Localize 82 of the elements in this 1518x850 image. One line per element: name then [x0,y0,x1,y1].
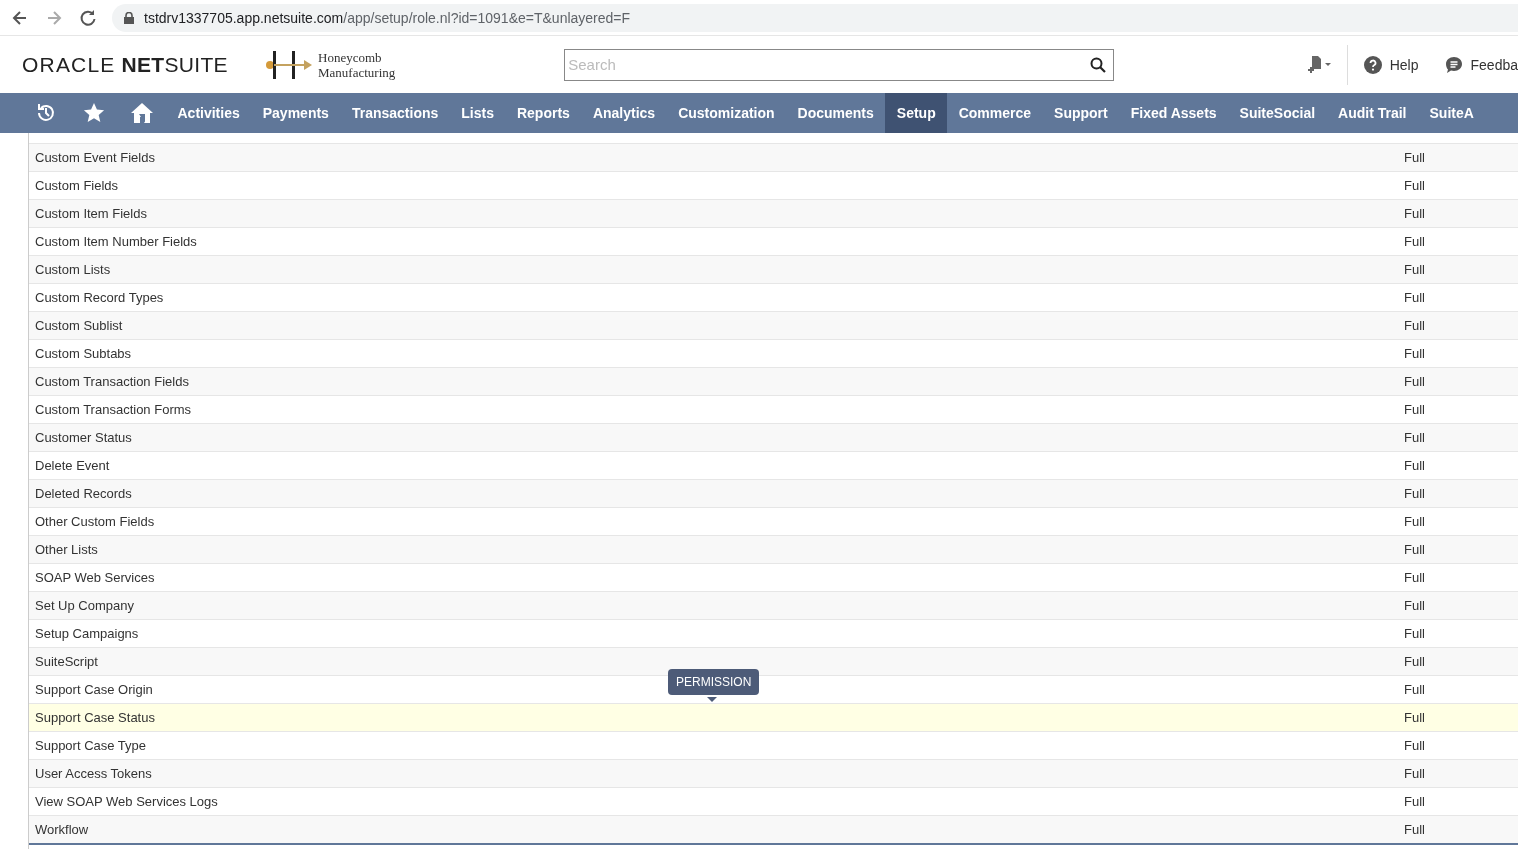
lock-icon [124,11,134,24]
permission-level: Full [1403,710,1425,725]
nav-tab[interactable]: Customization [666,93,787,133]
nav-tab[interactable]: Commerce [947,93,1043,133]
nav-tab[interactable]: Support [1042,93,1120,133]
nav-tab[interactable]: Fixed Assets [1119,93,1229,133]
permission-level: Full [1403,794,1425,809]
help-link[interactable]: Help [1363,55,1419,74]
permission-name: Delete Event [34,458,111,473]
permission-name: SuiteScript [34,654,99,669]
address-bar[interactable]: tstdrv1337705.app.netsuite.com/app/setup/role.nl?id=1091&e=T&unlayered=F [112,3,1518,32]
permission-level: Full [1403,262,1425,277]
permission-name: Support Case Origin [34,682,154,697]
permission-level: Full [1403,150,1425,165]
search-icon[interactable] [1090,56,1107,73]
permission-level: Full [1403,514,1425,529]
permission-level: Full [1403,430,1425,445]
nav-tab[interactable]: Setup [885,93,948,133]
permission-level: Full [1403,766,1425,781]
permission-name: Custom Fields [34,178,120,193]
permission-name: Custom Record Types [34,290,165,305]
permission-name: Setup Campaigns [34,626,140,641]
chat-icon [1444,55,1463,74]
nav-tab[interactable]: Activities [166,93,252,133]
url-text: tstdrv1337705.app.netsuite.com/app/setup/role.nl?id=1091&e=T&unlayered=F [144,9,631,26]
nav-tab[interactable]: Payments [251,93,341,133]
permission-name: Custom Item Number Fields [34,234,198,249]
permission-level: Full [1403,626,1425,641]
nav-tab[interactable]: Audit Trail [1326,93,1418,133]
star-icon[interactable] [83,102,105,124]
permission-level: Full [1403,206,1425,221]
permission-name: Deleted Records [34,486,133,501]
permission-name: Custom Event Fields [34,150,156,165]
permission-name: Custom Subtabs [34,346,133,361]
company-name: Honeycomb Manufacturing [318,49,396,80]
permission-level: Full [1403,374,1425,389]
permission-name: User Access Tokens [34,766,153,781]
permission-name: Other Lists [34,542,99,557]
permission-name: Custom Transaction Fields [34,374,190,389]
permission-name: Custom Lists [34,262,112,277]
permission-level: Full [1403,458,1425,473]
nav-tab[interactable]: Transactions [340,93,450,133]
permission-level: Full [1403,318,1425,333]
netsuite-logo[interactable]: ORACLE NETSUITE [22,52,254,77]
tooltip: PERMISSION [668,669,760,695]
nav-tab[interactable]: Reports [505,93,582,133]
permission-level: Full [1403,822,1425,837]
permission-name: Custom Transaction Forms [34,402,193,417]
permission-level: Full [1403,290,1425,305]
feedback-link[interactable]: Feedba [1444,55,1518,74]
recent-history-icon[interactable] [35,102,57,124]
permission-level: Full [1403,570,1425,585]
permission-level: Full [1403,598,1425,613]
nav-tab[interactable]: Analytics [581,93,667,133]
home-icon[interactable] [130,102,154,124]
search-field[interactable]: Search [564,48,1115,81]
permission-level: Full [1403,402,1425,417]
permission-level: Full [1403,738,1425,753]
permission-level: Full [1403,654,1425,669]
add-document-icon[interactable] [1306,54,1331,75]
tooltip-pointer [707,697,717,702]
permission-level: Full [1403,178,1425,193]
permission-name: Other Custom Fields [34,514,156,529]
permission-name: Customer Status [34,430,133,445]
nav-tab[interactable]: Lists [449,93,506,133]
permission-name: Support Case Type [34,738,148,753]
permission-name: Custom Sublist [34,318,124,333]
permission-name: Set Up Company [34,598,135,613]
help-icon [1363,55,1382,74]
permission-name: Workflow [34,822,90,837]
nav-tab[interactable]: Documents [786,93,886,133]
permission-level: Full [1403,542,1425,557]
permission-level: Full [1403,682,1425,697]
permission-name: Custom Item Fields [34,206,148,221]
permission-level: Full [1403,234,1425,249]
permission-level: Full [1403,486,1425,501]
nav-tab[interactable]: SuiteSocial [1228,93,1327,133]
permission-name: SOAP Web Services [34,570,156,585]
permission-name: View SOAP Web Services Logs [34,794,219,809]
nav-tab[interactable]: SuiteA [1418,93,1486,133]
permission-level: Full [1403,346,1425,361]
permission-name: Support Case Status [34,710,156,725]
